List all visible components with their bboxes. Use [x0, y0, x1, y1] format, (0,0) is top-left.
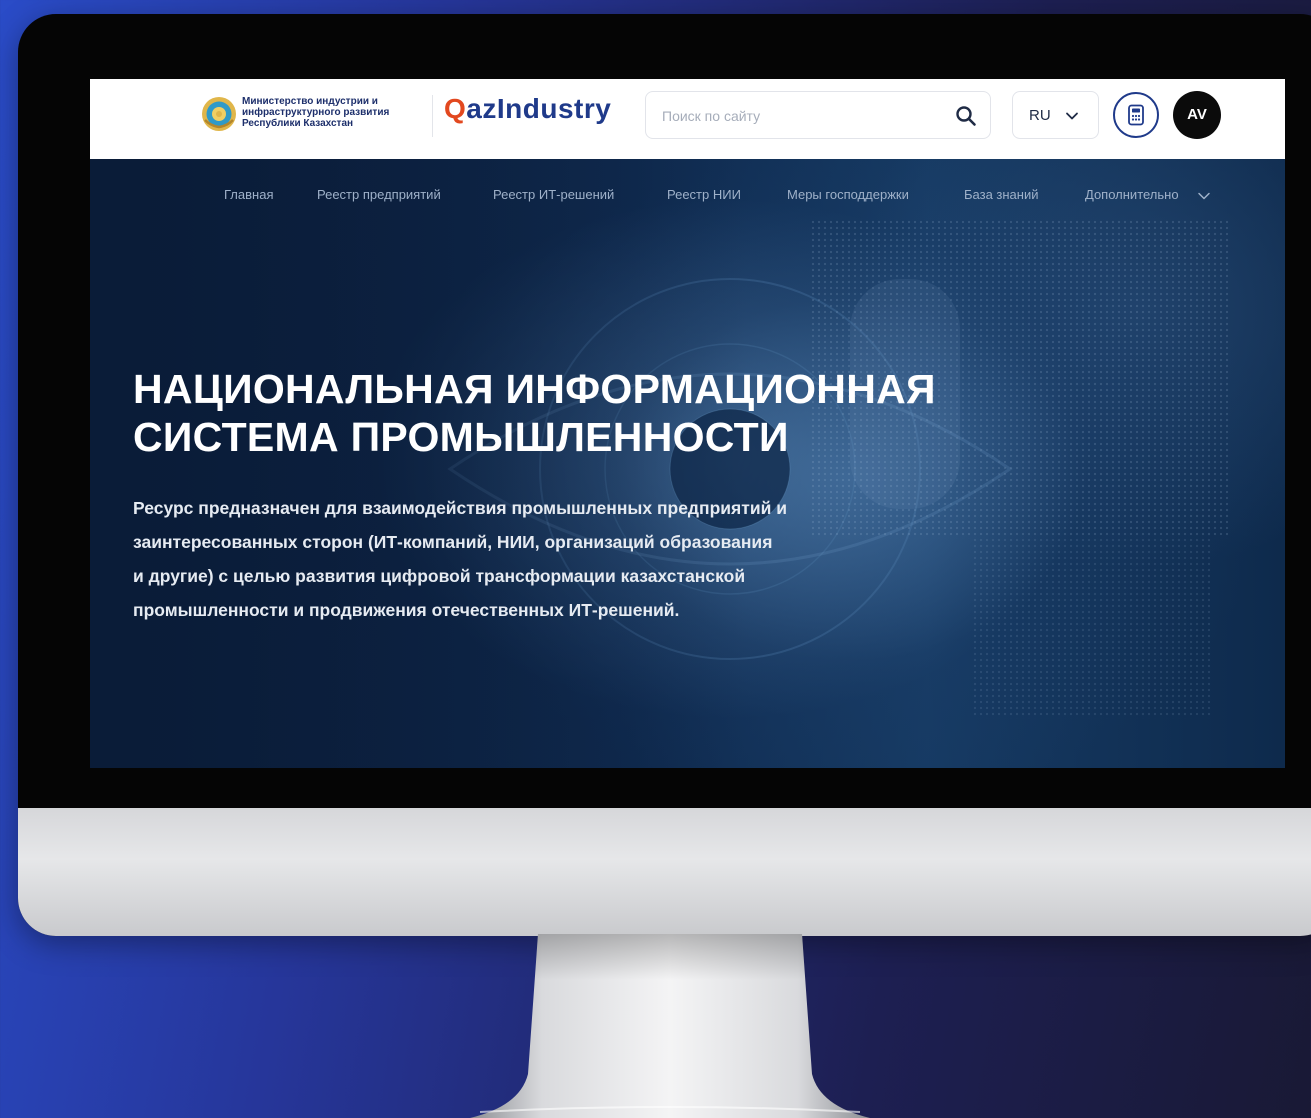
hero-description-line: заинтересованных сторон (ИТ-компаний, НИ… — [133, 532, 773, 552]
hero-title-line: СИСТЕМА ПРОМЫШЛЕННОСТИ — [133, 414, 789, 460]
chevron-down-icon[interactable] — [1197, 189, 1211, 203]
main-nav: Главная Реестр предприятий Реестр ИТ-реш… — [90, 187, 1285, 207]
hero-description-line: и другие) с целью развития цифровой тран… — [133, 566, 746, 586]
ministry-name[interactable]: Министерство индустрии и инфраструктурно… — [242, 96, 427, 129]
emblem-icon[interactable] — [201, 96, 237, 132]
hero-description-line: Ресурс предназначен для взаимодействия п… — [133, 498, 787, 518]
monitor-chin — [18, 808, 1311, 936]
chevron-down-icon — [1066, 112, 1078, 120]
hero-background-art — [90, 159, 1285, 768]
nav-item-home[interactable]: Главная — [224, 187, 273, 202]
calculator-icon — [1128, 104, 1144, 126]
avatar[interactable]: AV — [1173, 91, 1221, 139]
monitor-frame: Министерство индустрии и инфраструктурно… — [18, 14, 1311, 936]
hero-title-line: НАЦИОНАЛЬНАЯ ИНФОРМАЦИОННАЯ — [133, 366, 936, 412]
hero-description: Ресурс предназначен для взаимодействия п… — [133, 491, 913, 627]
ministry-line: Министерство индустрии и — [242, 96, 378, 107]
hero-title: НАЦИОНАЛЬНАЯ ИНФОРМАЦИОННАЯ СИСТЕМА ПРОМ… — [133, 365, 1033, 461]
website-screen: Министерство индустрии и инфраструктурно… — [90, 79, 1285, 768]
language-select[interactable]: RU — [1012, 91, 1099, 139]
search-icon[interactable] — [954, 104, 978, 128]
header-divider — [432, 95, 433, 137]
brand-logo-text: azIndustry — [466, 93, 612, 124]
hero-section: Главная Реестр предприятий Реестр ИТ-реш… — [90, 159, 1285, 768]
brand-logo[interactable]: QazIndustry — [444, 93, 611, 125]
language-code: RU — [1029, 107, 1051, 124]
monitor-stand — [470, 934, 870, 1118]
ministry-line: инфраструктурного развития — [242, 107, 390, 118]
hero-description-line: промышленности и продвижения отечественн… — [133, 600, 680, 620]
ministry-line: Республики Казахстан — [242, 118, 354, 129]
nav-item-enterprise-registry[interactable]: Реестр предприятий — [317, 187, 441, 202]
nav-item-it-solutions-registry[interactable]: Реестр ИТ-решений — [493, 187, 614, 202]
nav-item-more[interactable]: Дополнительно — [1085, 187, 1179, 202]
nav-item-knowledge-base[interactable]: База знаний — [964, 187, 1039, 202]
nav-item-research-registry[interactable]: Реестр НИИ — [667, 187, 741, 202]
nav-item-state-support[interactable]: Меры господдержки — [787, 187, 909, 202]
site-header: Министерство индустрии и инфраструктурно… — [90, 79, 1285, 159]
calculator-button[interactable] — [1113, 92, 1159, 138]
search-input[interactable]: Поиск по сайту — [645, 91, 991, 139]
search-placeholder: Поиск по сайту — [662, 108, 761, 124]
brand-logo-q: Q — [444, 93, 467, 124]
